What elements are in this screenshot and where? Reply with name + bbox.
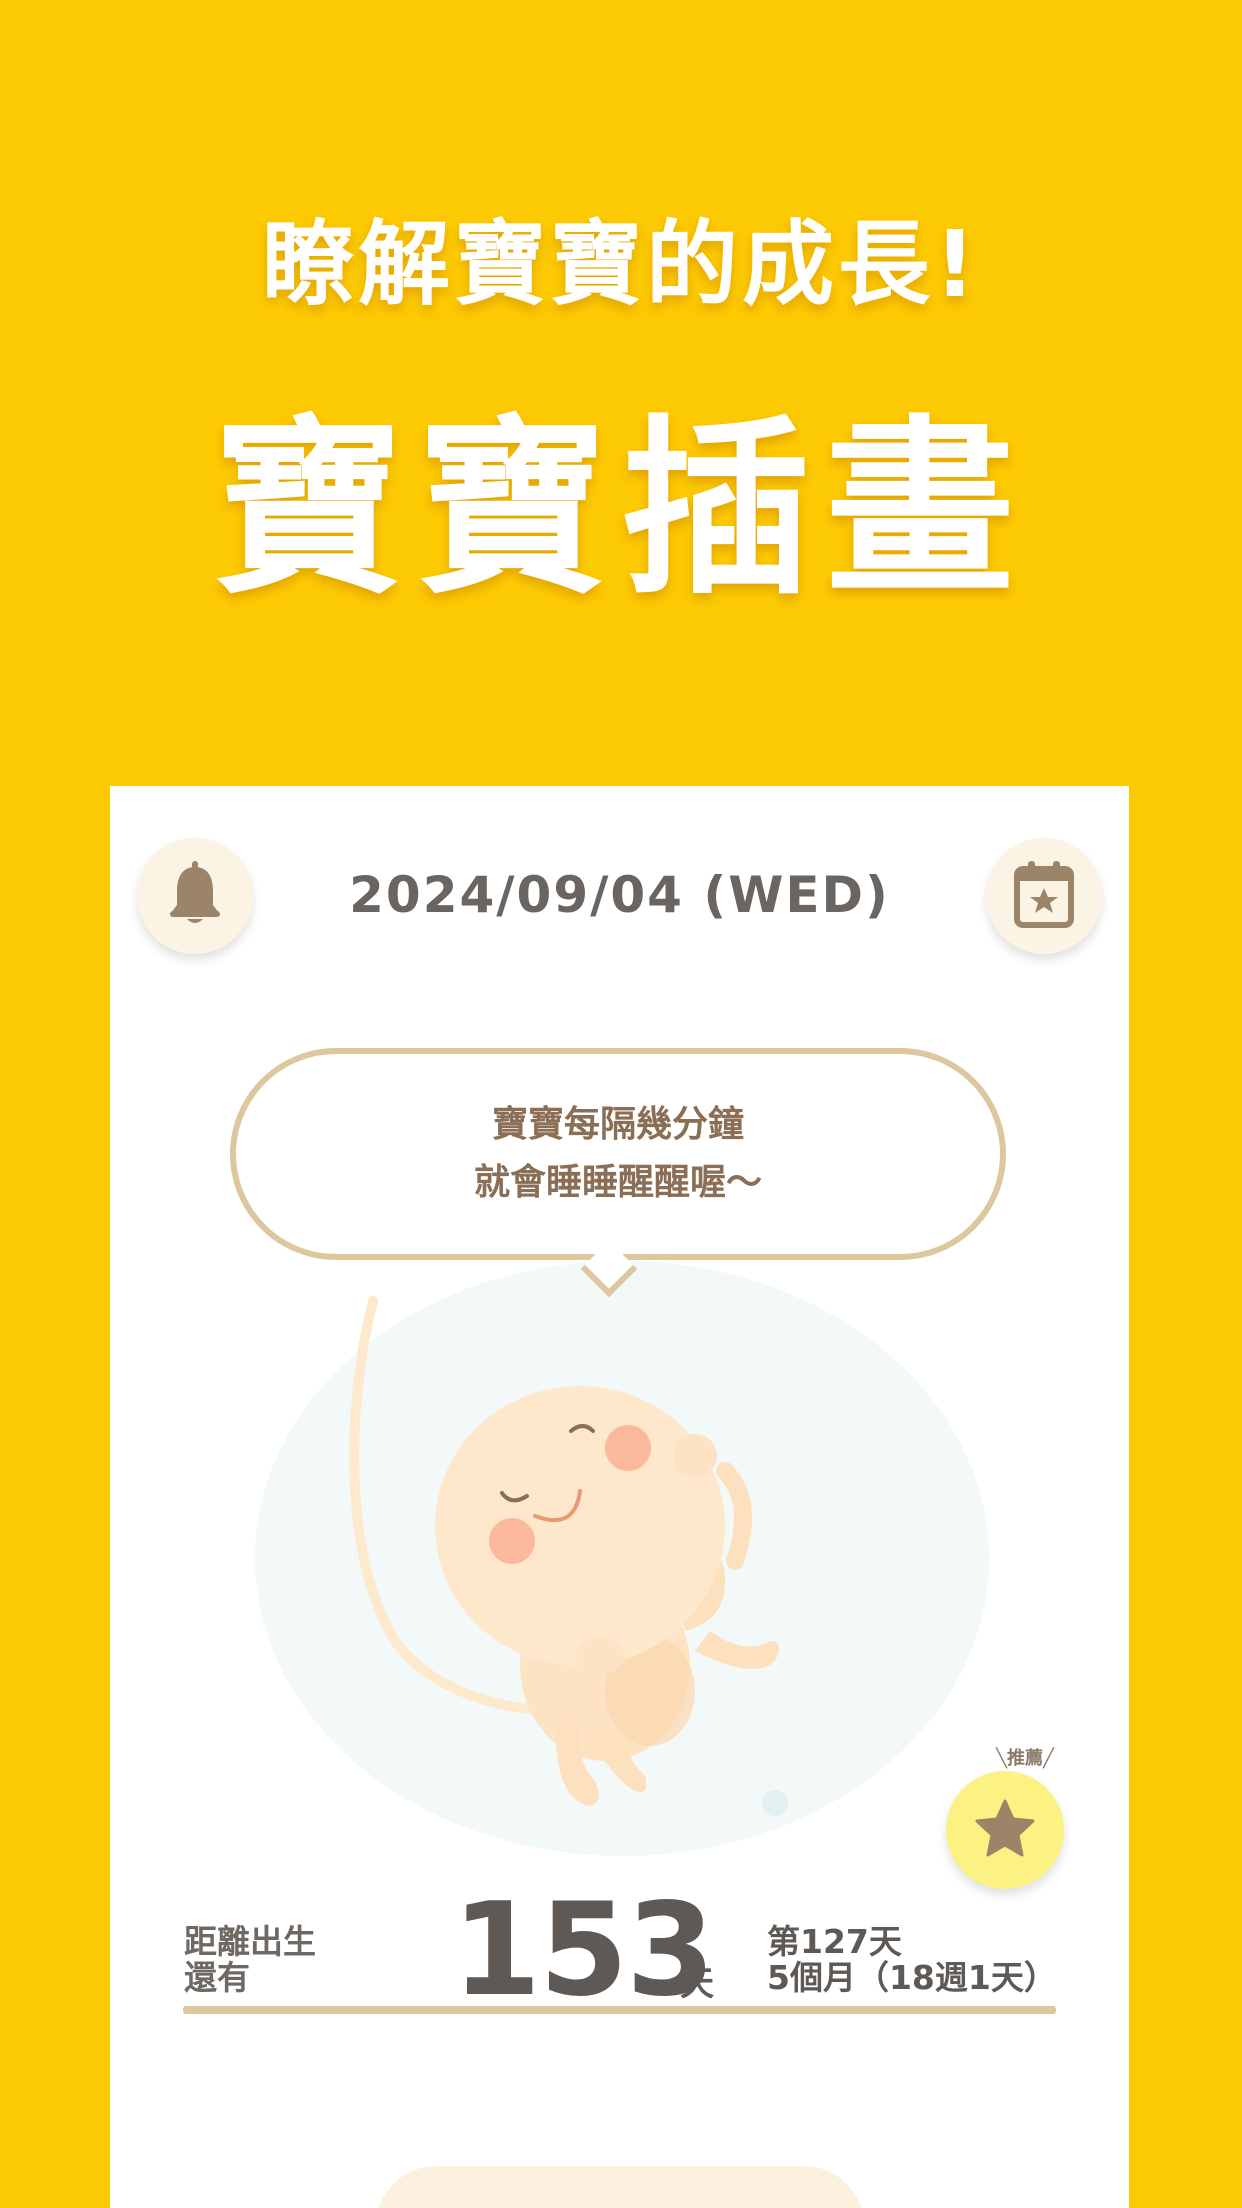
countdown-label-line-2: 還有: [184, 1958, 250, 1997]
promo-subtitle: 瞭解寶寶的成長!: [262, 211, 980, 318]
tip-bubble: 寶寶每隔幾分鐘 就會睡睡醒醒喔～: [230, 1048, 1006, 1260]
recommend-button[interactable]: [946, 1771, 1064, 1889]
current-date: 2024/09/04 (WED): [349, 866, 890, 924]
calendar-button[interactable]: [986, 838, 1102, 954]
pregnancy-progress: 第127天 5個月（18週1天）: [767, 1924, 1057, 1996]
countdown-label-line-1: 距離出生: [184, 1922, 316, 1961]
pregnancy-age: 5個月（18週1天）: [767, 1958, 1057, 1997]
recommend-label: ╲推薦╱: [996, 1748, 1054, 1769]
calendar-star-icon: [1013, 859, 1075, 933]
tip-line-2: 就會睡睡醒醒喔～: [473, 1162, 762, 1203]
countdown-divider: [183, 2006, 1056, 2014]
days-unit: 天: [680, 1964, 714, 2004]
countdown-label: 距離出生 還有: [184, 1924, 316, 1996]
tip-line-1: 寶寶每隔幾分鐘: [491, 1104, 744, 1145]
baby-illustration: [349, 1296, 788, 1816]
days-left-number: 153: [452, 1876, 715, 2025]
promo-title: 寶寶插畫: [212, 399, 1029, 620]
bottom-action-pill[interactable]: [376, 2166, 864, 2208]
star-icon: [975, 1799, 1035, 1861]
day-index: 第127天: [767, 1922, 902, 1961]
app-screen: 2024/09/04 (WED) 寶寶每隔幾分鐘 就會睡睡醒醒喔～ ╲推薦╱ 距…: [110, 786, 1129, 2208]
